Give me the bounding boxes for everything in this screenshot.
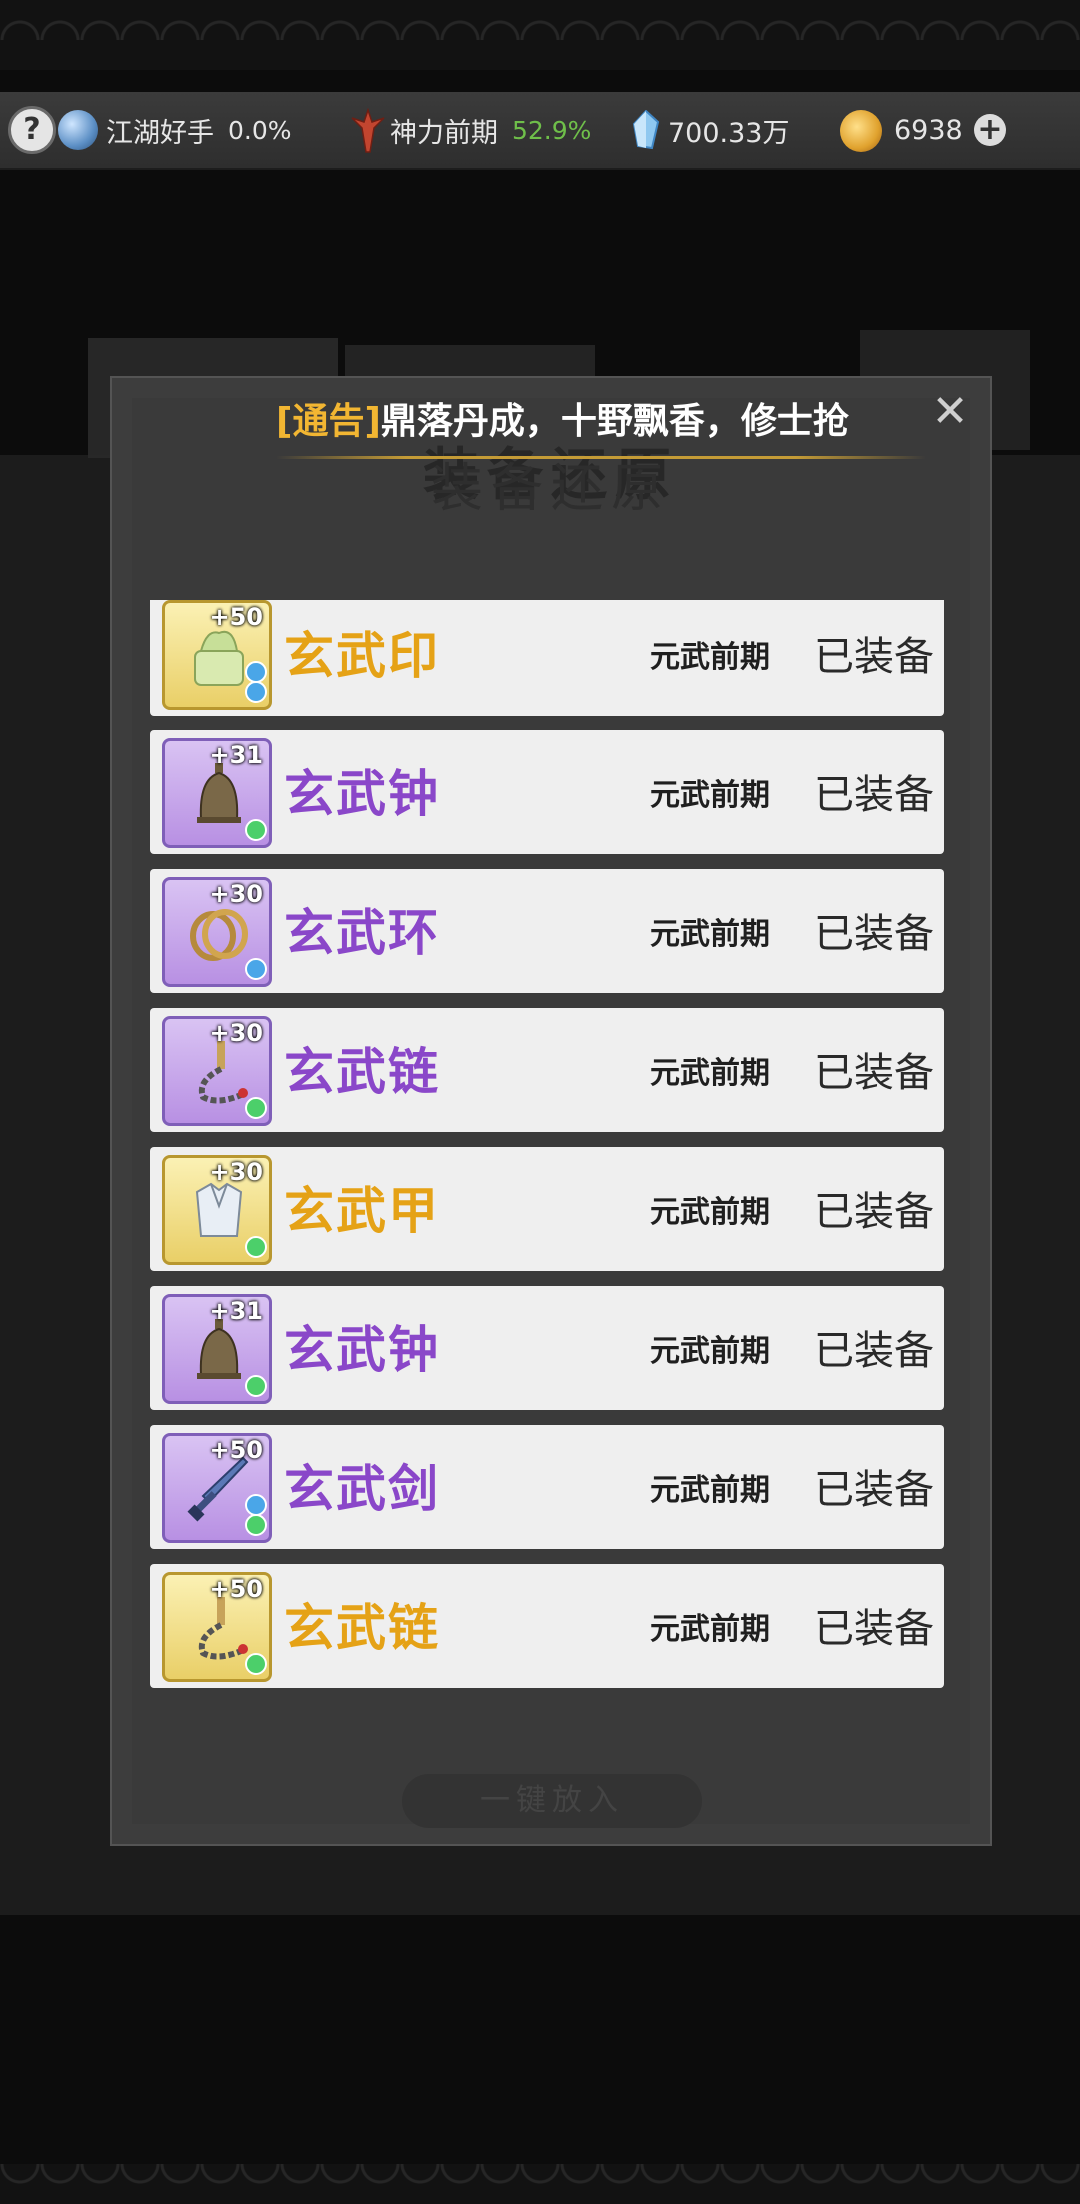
equipment-row[interactable]: +50 玄武印 元武前期 已装备 <box>150 600 944 716</box>
item-thumbnail[interactable]: +31 <box>162 1294 272 1404</box>
bell-icon <box>197 763 241 823</box>
item-thumbnail[interactable]: +50 <box>162 1572 272 1682</box>
quality-badge-icon <box>245 1097 267 1119</box>
equipment-row[interactable]: +50 玄武剑 元武前期 已装备 <box>150 1425 944 1549</box>
item-status: 已装备 <box>814 1606 934 1652</box>
bell-icon <box>197 1319 241 1379</box>
armor-icon <box>195 1182 243 1237</box>
item-name: 玄武印 <box>284 627 440 685</box>
quality-badge-icon <box>245 1494 267 1516</box>
seal-icon <box>194 630 244 686</box>
item-name: 玄武链 <box>284 1599 440 1657</box>
quality-badge-icon <box>245 1375 267 1397</box>
add-gold-button[interactable]: + <box>974 114 1006 146</box>
equipment-row[interactable]: +31 玄武钟 元武前期 已装备 <box>150 730 944 854</box>
quality-badge-icon <box>245 1514 267 1536</box>
item-level: +50 <box>209 603 263 631</box>
chain-icon <box>198 1041 248 1104</box>
equipment-row[interactable]: +30 玄武甲 元武前期 已装备 <box>150 1147 944 1271</box>
quality-badge-icon <box>245 681 267 703</box>
item-realm: 元武前期 <box>650 1056 770 1091</box>
gold-coin-icon[interactable] <box>840 110 882 152</box>
put-all-button[interactable]: 一键放入 <box>402 1774 702 1828</box>
item-realm: 元武前期 <box>650 1612 770 1647</box>
resource-bar: ? 江湖好手 0.0% 神力前期 52.9% 700.33万 6938 + <box>0 92 1080 170</box>
item-thumbnail[interactable]: +30 <box>162 877 272 987</box>
power-progress: 52.9% <box>512 115 592 145</box>
item-name: 玄武链 <box>284 1043 440 1101</box>
quality-badge-icon <box>245 1653 267 1675</box>
item-name: 玄武剑 <box>284 1460 440 1518</box>
item-level: +30 <box>209 1158 263 1186</box>
item-name: 玄武甲 <box>284 1182 440 1240</box>
item-status: 已装备 <box>814 1467 934 1513</box>
help-icon[interactable]: ? <box>8 106 56 154</box>
power-sword-icon[interactable] <box>350 108 386 154</box>
ring-icon <box>190 909 248 961</box>
equipment-list[interactable]: +50 玄武印 元武前期 已装备 +31 玄武钟 元武前期 已装备 +30 玄武… <box>150 600 944 1690</box>
item-status: 已装备 <box>814 1050 934 1096</box>
power-title: 神力前期 <box>390 117 498 149</box>
item-status: 已装备 <box>814 1328 934 1374</box>
item-realm: 元武前期 <box>650 1473 770 1508</box>
equipment-row[interactable]: +50 玄武链 元武前期 已装备 <box>150 1564 944 1688</box>
item-status: 已装备 <box>814 1189 934 1235</box>
equipment-row[interactable]: +31 玄武钟 元武前期 已装备 <box>150 1286 944 1410</box>
item-thumbnail[interactable]: +50 <box>162 600 272 710</box>
gold-amount: 6938 <box>894 114 963 146</box>
item-thumbnail[interactable]: +31 <box>162 738 272 848</box>
item-level: +50 <box>209 1436 263 1464</box>
quality-badge-icon <box>245 819 267 841</box>
item-realm: 元武前期 <box>650 1195 770 1230</box>
equipment-row[interactable]: +30 玄武链 元武前期 已装备 <box>150 1008 944 1132</box>
announcement-text: 鼎落丹成，十野飘香，修士抢 <box>380 401 849 442</box>
item-level: +30 <box>209 1019 263 1047</box>
announcement-divider <box>276 456 926 459</box>
item-thumbnail[interactable]: +50 <box>162 1433 272 1543</box>
item-realm: 元武前期 <box>650 778 770 813</box>
item-name: 玄武钟 <box>284 765 440 823</box>
top-decorative-border <box>0 0 1080 70</box>
item-level: +31 <box>209 741 263 769</box>
bottom-decorative-border <box>0 2164 1080 2204</box>
chain-icon <box>198 1597 248 1660</box>
announcement-ticker: [通告]鼎落丹成，十野飘香，修士抢 <box>276 392 926 446</box>
sword-icon <box>187 1456 249 1522</box>
close-icon[interactable]: ✕ <box>930 390 970 434</box>
item-name: 玄武钟 <box>284 1321 440 1379</box>
crystal-amount: 700.33万 <box>668 117 790 149</box>
item-level: +31 <box>209 1297 263 1325</box>
equipment-row[interactable]: +30 玄武环 元武前期 已装备 <box>150 869 944 993</box>
item-thumbnail[interactable]: +30 <box>162 1016 272 1126</box>
item-level: +30 <box>209 880 263 908</box>
item-realm: 元武前期 <box>650 1334 770 1369</box>
item-status: 已装备 <box>814 772 934 818</box>
quality-badge-icon <box>245 661 267 683</box>
item-name: 玄武环 <box>284 904 440 962</box>
quality-badge-icon <box>245 958 267 980</box>
item-status: 已装备 <box>814 634 934 680</box>
quality-badge-icon <box>245 1236 267 1258</box>
item-status: 已装备 <box>814 911 934 957</box>
announcement-tag: [通告] <box>276 401 381 442</box>
rank-orb-icon[interactable] <box>58 110 98 150</box>
crystal-icon[interactable] <box>632 110 660 150</box>
item-realm: 元武前期 <box>650 917 770 952</box>
item-level: +50 <box>209 1575 263 1603</box>
rank-title: 江湖好手 <box>106 117 214 149</box>
rank-progress: 0.0% <box>228 115 292 145</box>
item-thumbnail[interactable]: +30 <box>162 1155 272 1265</box>
item-realm: 元武前期 <box>650 640 770 675</box>
